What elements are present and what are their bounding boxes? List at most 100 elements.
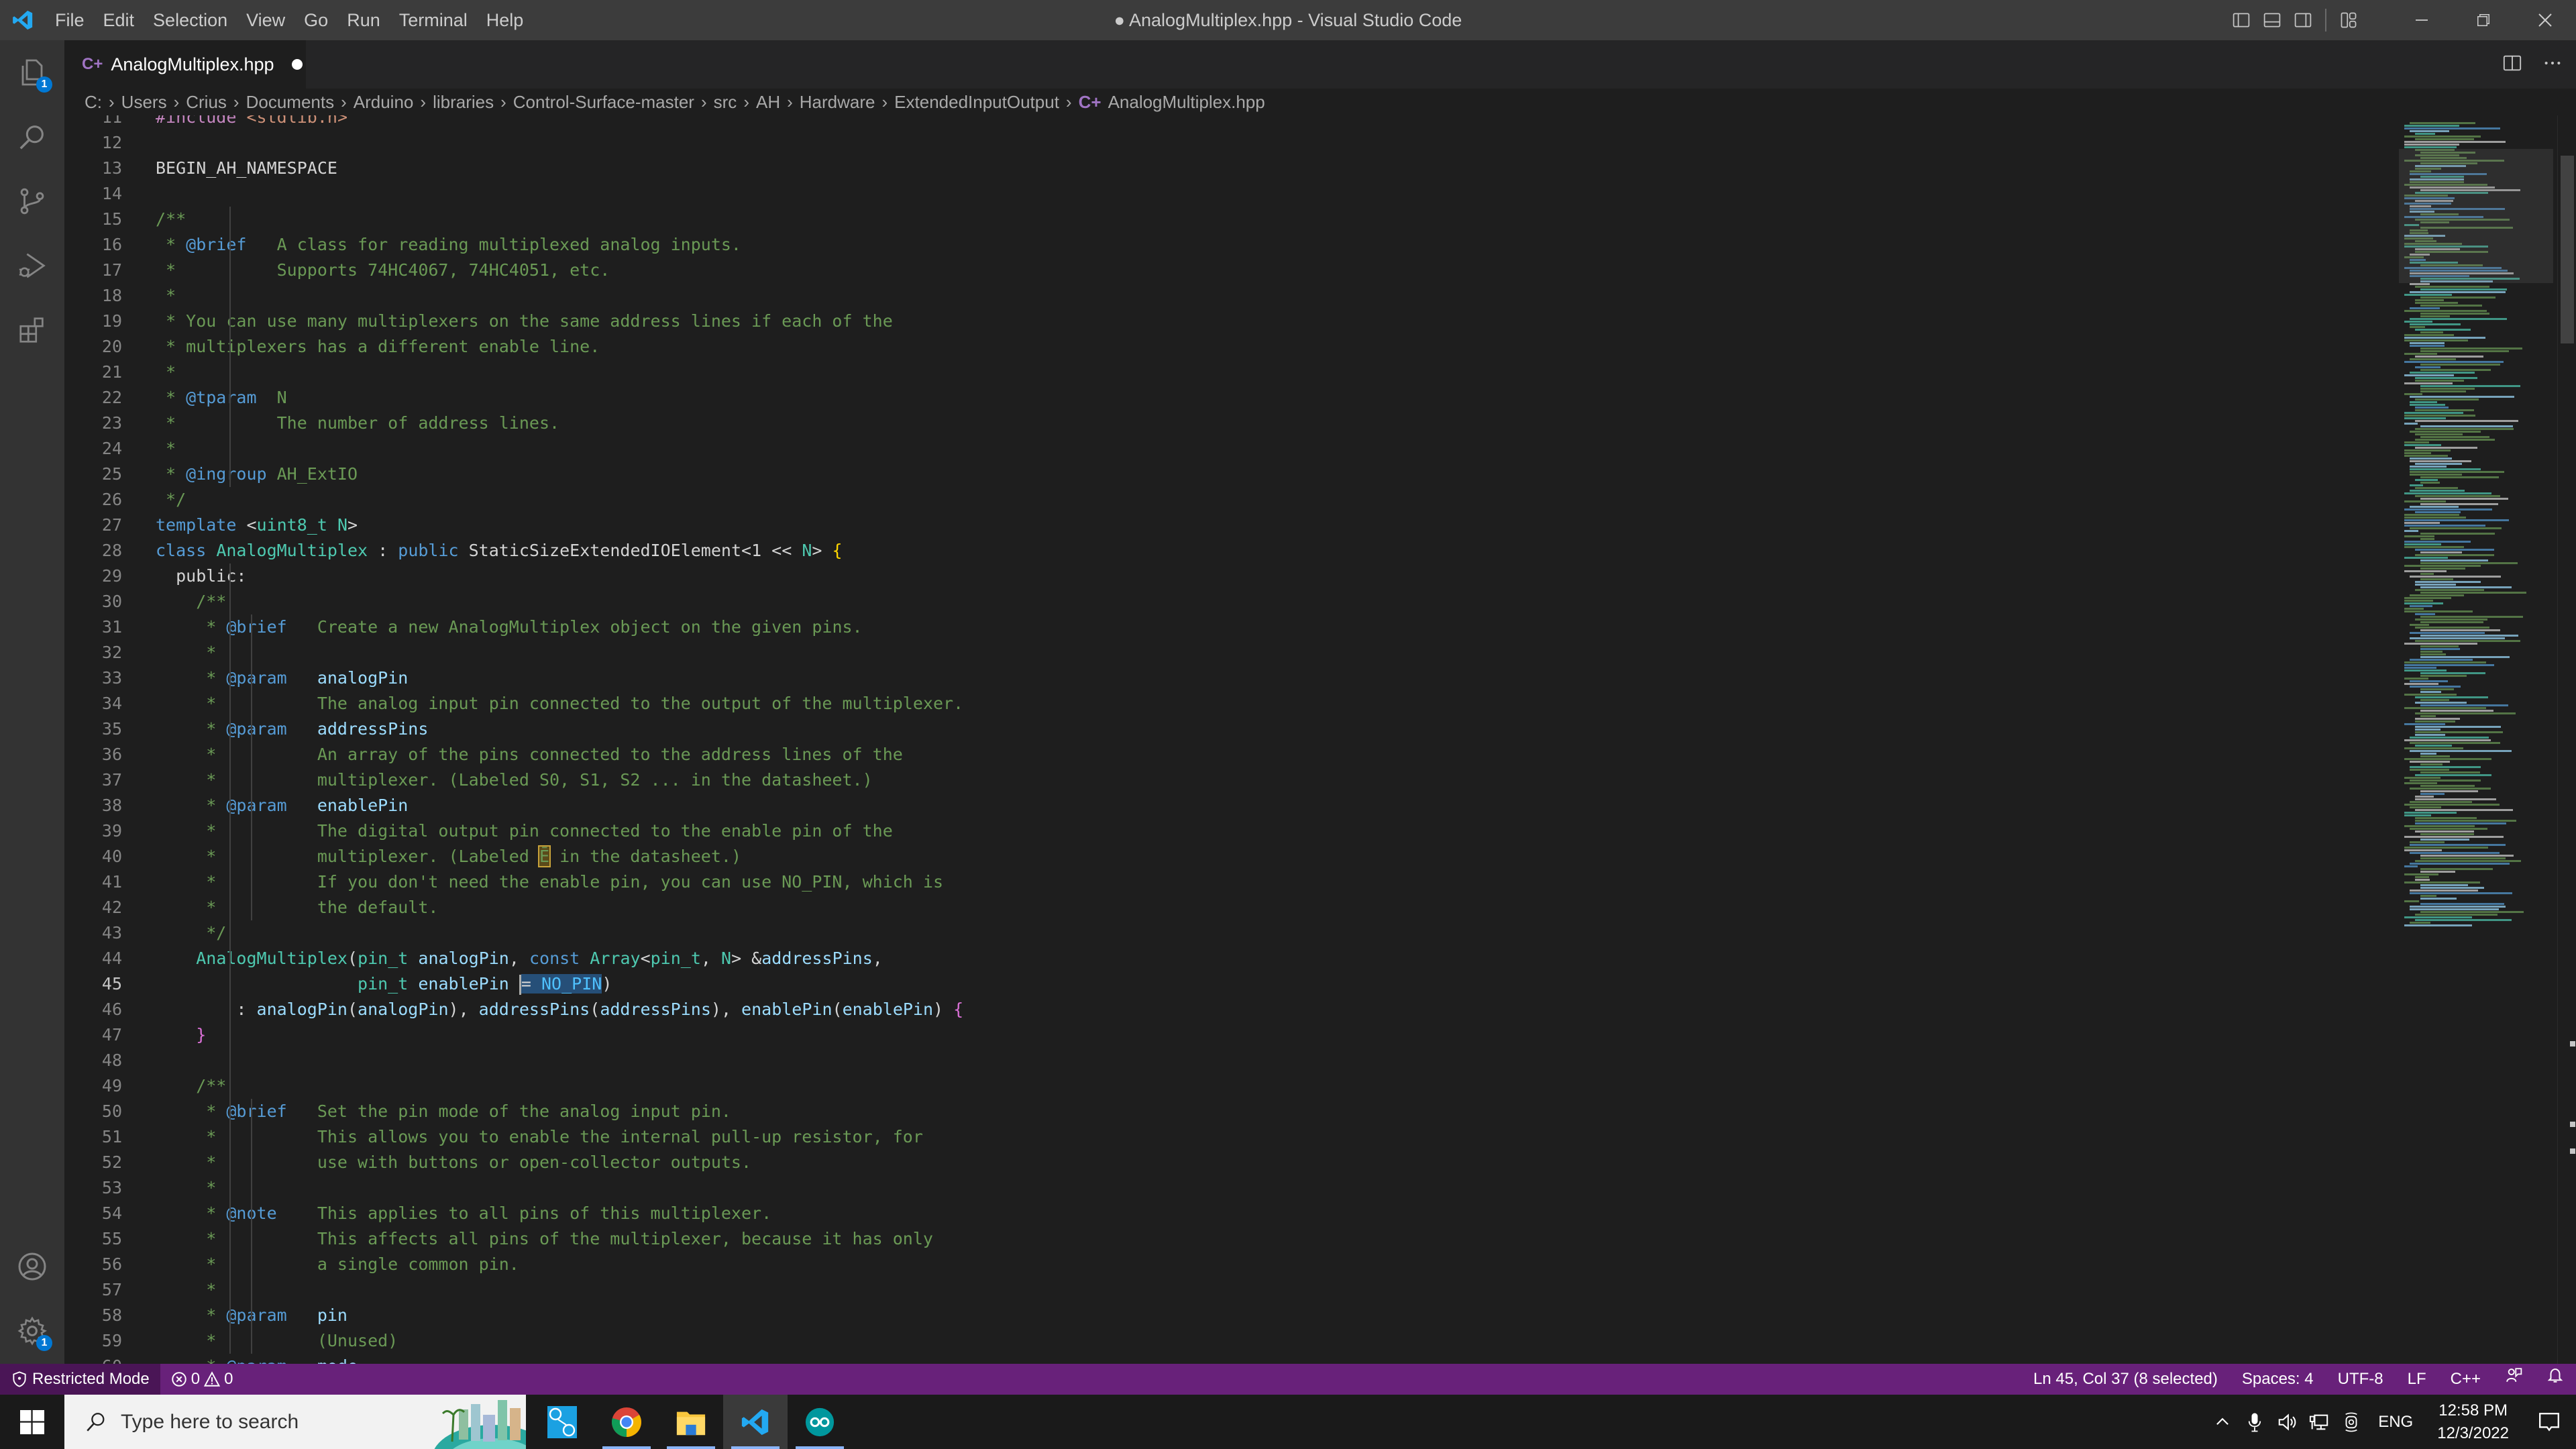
toggle-secondary-sidebar-button[interactable] xyxy=(2288,0,2318,40)
code-line[interactable]: 58 * @param pin xyxy=(64,1303,2385,1328)
cursor-position[interactable]: Ln 45, Col 37 (8 selected) xyxy=(2021,1364,2230,1395)
network-tray-button[interactable] xyxy=(2303,1395,2335,1449)
breadcrumb-item[interactable]: C: xyxy=(85,92,102,113)
breadcrumb-item[interactable]: Hardware xyxy=(800,92,875,113)
code-line[interactable]: 18 * xyxy=(64,283,2385,309)
activity-accounts[interactable] xyxy=(0,1234,64,1299)
feedback-button[interactable] xyxy=(2493,1364,2534,1395)
activity-extensions[interactable] xyxy=(0,298,64,362)
code-line[interactable]: 34 * The analog input pin connected to t… xyxy=(64,691,2385,716)
unsaved-dot-icon[interactable] xyxy=(291,59,303,70)
breadcrumb-item[interactable]: ExtendedInputOutput xyxy=(894,92,1059,113)
code-line[interactable]: 14 xyxy=(64,181,2385,207)
show-hidden-icons-button[interactable] xyxy=(2206,1395,2239,1449)
code-line[interactable]: 36 * An array of the pins connected to t… xyxy=(64,742,2385,767)
code-line[interactable]: 15 /** xyxy=(64,207,2385,232)
breadcrumb-file[interactable]: AnalogMultiplex.hpp xyxy=(1108,92,1265,113)
code-line[interactable]: 30 /** xyxy=(64,589,2385,614)
code-line[interactable]: 27 template <uint8_t N> xyxy=(64,513,2385,538)
activity-run-debug[interactable] xyxy=(0,233,64,298)
activity-manage[interactable]: 1 xyxy=(0,1299,64,1363)
breadcrumb-item[interactable]: Arduino xyxy=(354,92,414,113)
taskbar-file-explorer[interactable] xyxy=(659,1395,723,1449)
code-line[interactable]: 50 * @brief Set the pin mode of the anal… xyxy=(64,1099,2385,1124)
code-line[interactable]: 59 * (Unused) xyxy=(64,1328,2385,1354)
code-line[interactable]: 52 * use with buttons or open-collector … xyxy=(64,1150,2385,1175)
code-line[interactable]: 32 * xyxy=(64,640,2385,665)
menu-edit[interactable]: Edit xyxy=(94,0,144,40)
code-line[interactable]: 24 * xyxy=(64,436,2385,462)
input-language[interactable]: ENG xyxy=(2367,1413,2424,1432)
menu-selection[interactable]: Selection xyxy=(144,0,237,40)
volume-tray-button[interactable] xyxy=(2271,1395,2303,1449)
menu-view[interactable]: View xyxy=(237,0,294,40)
code-line[interactable]: 25 * @ingroup AH_ExtIO xyxy=(64,462,2385,487)
code-line[interactable]: 29 public: xyxy=(64,564,2385,589)
breadcrumb-item[interactable]: src xyxy=(714,92,737,113)
start-button[interactable] xyxy=(0,1395,64,1449)
activity-source-control[interactable] xyxy=(0,169,64,233)
restore-button[interactable] xyxy=(2453,0,2514,40)
code-line[interactable]: 60 * @param mode xyxy=(64,1354,2385,1364)
code-line[interactable]: 16 * @brief A class for reading multiple… xyxy=(64,232,2385,258)
code-line[interactable]: 49 /** xyxy=(64,1073,2385,1099)
breadcrumb-item[interactable]: AH xyxy=(756,92,780,113)
scrollbar-thumb[interactable] xyxy=(2561,156,2574,343)
restricted-mode-indicator[interactable]: Restricted Mode xyxy=(0,1364,160,1395)
code-line[interactable]: 35 * @param addressPins xyxy=(64,716,2385,742)
customize-layout-button[interactable] xyxy=(2333,0,2364,40)
code-line[interactable]: 22 * @tparam N xyxy=(64,385,2385,411)
code-line[interactable]: 51 * This allows you to enable the inter… xyxy=(64,1124,2385,1150)
vertical-scrollbar[interactable] xyxy=(2557,115,2576,1364)
microphone-tray-button[interactable] xyxy=(2239,1395,2271,1449)
minimap-slider[interactable] xyxy=(2399,149,2553,283)
activity-explorer[interactable]: 1 xyxy=(0,40,64,105)
close-button[interactable] xyxy=(2514,0,2576,40)
tab-analogmultiplex-hpp[interactable]: C+ AnalogMultiplex.hpp xyxy=(64,40,306,89)
code-line[interactable]: 47 } xyxy=(64,1022,2385,1048)
code-line[interactable]: 48 xyxy=(64,1048,2385,1073)
code-line[interactable]: 38 * @param enablePin xyxy=(64,793,2385,818)
code-editor[interactable]: 11 #include <stdlib.h> 12 13 BEGIN_AH_NAMESP… xyxy=(64,115,2576,1364)
code-line[interactable]: 46 : analogPin(analogPin), addressPins(a… xyxy=(64,997,2385,1022)
taskbar-midi-ox[interactable] xyxy=(530,1395,594,1449)
menu-help[interactable]: Help xyxy=(477,0,533,40)
code-line[interactable]: 21 * xyxy=(64,360,2385,385)
code-line[interactable]: 45 pin_t enablePin = NO_PIN) xyxy=(64,971,2385,997)
code-line[interactable]: 37 * multiplexer. (Labeled S0, S1, S2 ..… xyxy=(64,767,2385,793)
taskbar-chrome[interactable] xyxy=(594,1395,659,1449)
menu-file[interactable]: File xyxy=(46,0,94,40)
breadcrumb-item[interactable]: Control-Surface-master xyxy=(513,92,694,113)
code-line[interactable]: 17 * Supports 74HC4067, 74HC4051, etc. xyxy=(64,258,2385,283)
activity-search[interactable] xyxy=(0,105,64,169)
code-line[interactable]: 33 * @param analogPin xyxy=(64,665,2385,691)
notifications-button[interactable] xyxy=(2534,1364,2576,1395)
code-line[interactable]: 53 * xyxy=(64,1175,2385,1201)
problems-indicator[interactable]: 0 0 xyxy=(160,1370,244,1389)
code-line[interactable]: 23 * The number of address lines. xyxy=(64,411,2385,436)
code-line[interactable]: 43 */ xyxy=(64,920,2385,946)
taskbar-arduino[interactable] xyxy=(788,1395,852,1449)
breadcrumb-item[interactable]: Users xyxy=(121,92,167,113)
taskbar-search-box[interactable]: Type here to search xyxy=(64,1395,526,1449)
action-center-button[interactable] xyxy=(2522,1395,2576,1449)
code-line[interactable]: 54 * @note This applies to all pins of t… xyxy=(64,1201,2385,1226)
minimap[interactable] xyxy=(2399,115,2553,1364)
code-line[interactable]: 13 BEGIN_AH_NAMESPACE xyxy=(64,156,2385,181)
menu-terminal[interactable]: Terminal xyxy=(390,0,477,40)
code-line[interactable]: 31 * @brief Create a new AnalogMultiplex… xyxy=(64,614,2385,640)
breadcrumb-item[interactable]: libraries xyxy=(433,92,494,113)
split-editor-button[interactable] xyxy=(2502,53,2522,76)
code-line[interactable]: 40 * multiplexer. (Labeled Ē in the data… xyxy=(64,844,2385,869)
code-line[interactable]: 19 * You can use many multiplexers on th… xyxy=(64,309,2385,334)
menu-run[interactable]: Run xyxy=(337,0,390,40)
menu-go[interactable]: Go xyxy=(294,0,337,40)
code-line[interactable]: 26 */ xyxy=(64,487,2385,513)
eol-setting[interactable]: LF xyxy=(2396,1364,2438,1395)
code-line[interactable]: 20 * multiplexers has a different enable… xyxy=(64,334,2385,360)
clock[interactable]: 12:58 PM 12/3/2022 xyxy=(2424,1399,2522,1445)
camera-tray-button[interactable] xyxy=(2335,1395,2367,1449)
minimize-button[interactable] xyxy=(2391,0,2453,40)
code-line[interactable]: 12 xyxy=(64,130,2385,156)
code-line[interactable]: 57 * xyxy=(64,1277,2385,1303)
